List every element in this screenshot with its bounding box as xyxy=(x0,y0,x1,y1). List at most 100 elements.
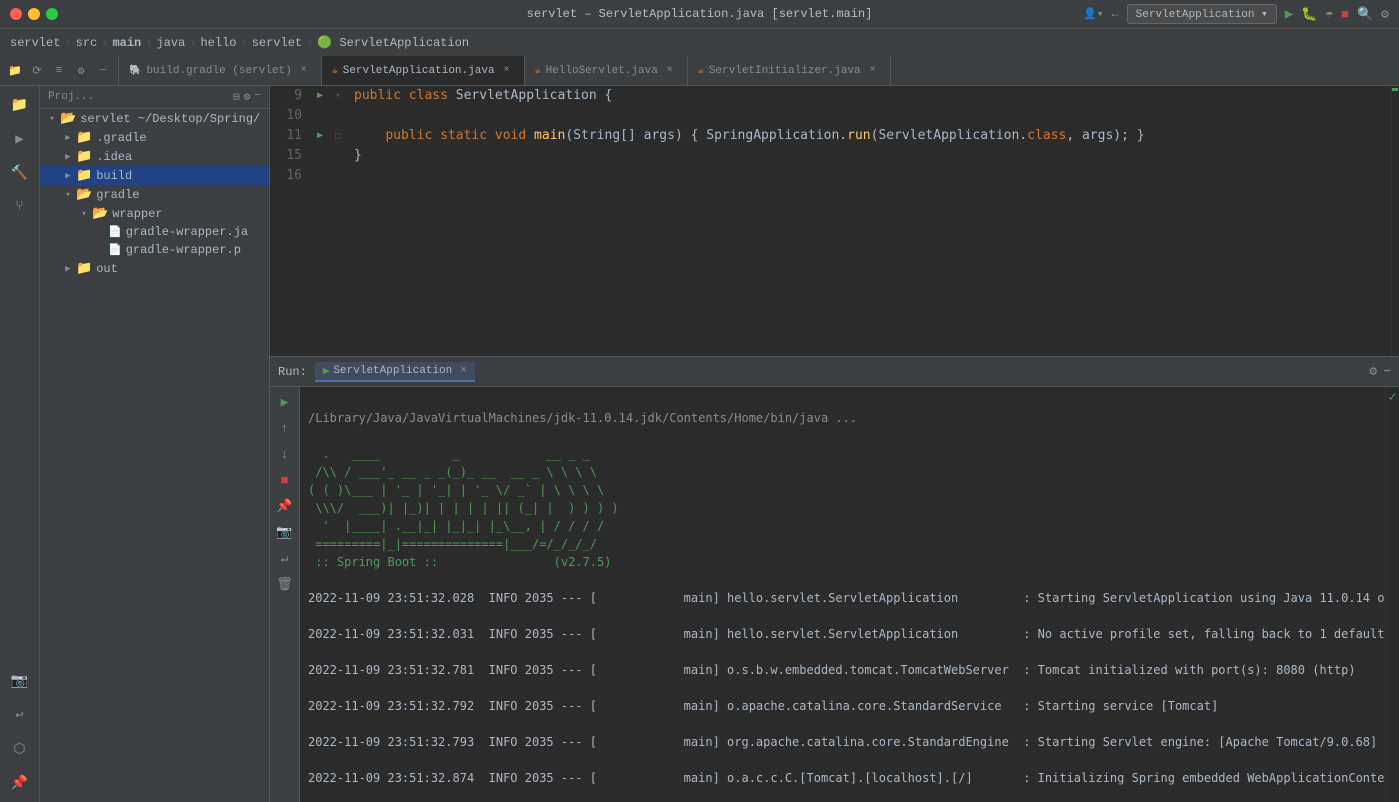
run-hide-icon[interactable]: − xyxy=(1383,364,1391,379)
minimize-button[interactable] xyxy=(28,8,40,20)
breadcrumb-main[interactable]: main xyxy=(112,36,141,50)
wrapper-folder-icon: 📂 xyxy=(92,206,108,221)
stop-button[interactable]: ■ xyxy=(274,469,296,491)
fn-run: run xyxy=(847,126,870,146)
out-folder-icon: 📁 xyxy=(76,261,92,276)
sidebar-settings-icon[interactable]: ⚙ xyxy=(244,90,251,104)
tree-expand-out[interactable]: ▶ xyxy=(60,264,76,274)
breadcrumb-hello[interactable]: hello xyxy=(200,36,236,50)
tree-jar-label: gradle-wrapper.ja xyxy=(126,225,248,239)
breadcrumb-servlet[interactable]: servlet xyxy=(10,36,60,50)
tree-gradle-folder[interactable]: ▾ 📂 gradle xyxy=(40,185,269,204)
activity-pin[interactable]: 📌 xyxy=(5,768,35,798)
stop-icon[interactable]: ■ xyxy=(1341,7,1349,22)
tree-gradle-wrapper-props[interactable]: 📄 gradle-wrapper.p xyxy=(40,241,269,259)
tree-expand-idea[interactable]: ▶ xyxy=(60,152,76,162)
tree-wrapper[interactable]: ▾ 📂 wrapper xyxy=(40,204,269,223)
rerun-button[interactable]: ▶ xyxy=(274,391,296,413)
tree-expand-wrapper[interactable]: ▾ xyxy=(76,209,92,219)
sidebar-collapse-icon[interactable]: ⊟ xyxy=(233,90,240,104)
maximize-button[interactable] xyxy=(46,8,58,20)
sync-icon[interactable]: ⟳ xyxy=(28,62,46,80)
minimize-icon[interactable]: − xyxy=(94,62,112,80)
run-tab-close[interactable]: × xyxy=(460,365,467,377)
close-tab-build[interactable]: × xyxy=(297,64,311,78)
close-button[interactable] xyxy=(10,8,22,20)
tab-hello-servlet[interactable]: ☕ HelloServlet.java × xyxy=(525,56,688,85)
code-content[interactable]: public class ServletApplication { public… xyxy=(346,86,1391,356)
code-line-16 xyxy=(354,166,1391,186)
pin-output-button[interactable]: 📌 xyxy=(274,495,296,517)
tree-idea[interactable]: ▶ 📁 .idea xyxy=(40,147,269,166)
run-settings-icon[interactable]: ⚙ xyxy=(1369,364,1377,379)
line-num-15: 15 xyxy=(278,146,302,166)
activity-run[interactable]: ▶ xyxy=(5,124,35,154)
coverage-icon[interactable]: ☂ xyxy=(1325,7,1333,22)
activity-git[interactable]: ⑂ xyxy=(5,192,35,222)
tree-expand-gradle[interactable]: ▶ xyxy=(60,133,76,143)
scroll-down-button[interactable]: ↓ xyxy=(274,443,296,465)
editor-scroll-gutter[interactable] xyxy=(1391,86,1399,356)
fold-gutter: ▾ □ xyxy=(330,86,346,356)
log-line-5: 2022-11-09 23:51:32.874 INFO 2035 --- [ … xyxy=(308,771,1385,785)
args-close: , args); } xyxy=(1066,126,1144,146)
settings-tree-icon[interactable]: ⚙ xyxy=(72,62,90,80)
tree-idea-label: .idea xyxy=(96,150,132,164)
code-editor[interactable]: 9 10 11 15 16 ▶ ▶ ▾ □ xyxy=(270,86,1399,356)
tab-build-gradle[interactable]: 🐘 build.gradle (servlet) × xyxy=(119,56,322,85)
tab-servlet-app[interactable]: ☕ ServletApplication.java × xyxy=(322,56,525,85)
close-tab-init[interactable]: × xyxy=(866,64,880,78)
breadcrumb-servlet2[interactable]: servlet xyxy=(252,36,302,50)
run-panel: Run: ▶ ServletApplication × ⚙ − ▶ ↑ ↓ ■ xyxy=(270,356,1399,802)
code-line-9: public class ServletApplication { xyxy=(354,86,1391,106)
wrapping-button[interactable]: ↵ xyxy=(274,547,296,569)
keyword-public: public xyxy=(354,86,409,106)
back-icon[interactable]: ← xyxy=(1111,7,1118,21)
activity-build[interactable]: 🔨 xyxy=(5,158,35,188)
tab-label-hello: HelloServlet.java xyxy=(546,65,658,77)
run-btn-11[interactable]: ▶ xyxy=(310,126,330,146)
vcs-icon[interactable]: 👤▾ xyxy=(1083,7,1103,21)
tree-gradle-folder-label: gradle xyxy=(96,188,139,202)
activity-structure[interactable]: ⬡ xyxy=(5,734,35,764)
snapshot-button[interactable]: 📷 xyxy=(274,521,296,543)
breadcrumb-java[interactable]: java xyxy=(156,36,185,50)
tree-build[interactable]: ▶ 📁 build xyxy=(40,166,269,185)
run-output[interactable]: /Library/Java/JavaVirtualMachines/jdk-11… xyxy=(300,387,1385,802)
tree-expand-gradle-folder[interactable]: ▾ xyxy=(60,190,76,200)
tree-expand-build[interactable]: ▶ xyxy=(60,171,76,181)
close-tab-servlet[interactable]: × xyxy=(500,64,514,78)
scroll-up-button[interactable]: ↑ xyxy=(274,417,296,439)
breadcrumb-src[interactable]: src xyxy=(76,36,98,50)
activity-screenshot[interactable]: 📷 xyxy=(5,666,35,696)
run-btn-9[interactable]: ▶ xyxy=(310,86,330,106)
sidebar-hide-icon[interactable]: − xyxy=(254,90,261,104)
settings-icon[interactable]: ⚙ xyxy=(1381,7,1389,22)
tree-out[interactable]: ▶ 📁 out xyxy=(40,259,269,278)
tree-gradle[interactable]: ▶ 📁 .gradle xyxy=(40,128,269,147)
gradle-icon: 🐘 xyxy=(129,65,141,77)
project-icon[interactable]: 📁 xyxy=(6,62,24,80)
activity-bookmarks[interactable]: ↩ xyxy=(5,700,35,730)
run-config-selector[interactable]: ServletApplication ▾ xyxy=(1127,4,1277,24)
activity-project[interactable]: 📁 xyxy=(5,90,35,120)
jar-file-icon: 📄 xyxy=(108,225,122,239)
tab-servlet-init[interactable]: ☕ ServletInitializer.java × xyxy=(688,56,891,85)
run-tab-servlet[interactable]: ▶ ServletApplication × xyxy=(315,362,475,382)
collapse-icon[interactable]: ≡ xyxy=(50,62,68,80)
debug-icon[interactable]: 🐛 xyxy=(1301,7,1317,22)
search-icon[interactable]: 🔍 xyxy=(1357,7,1373,22)
clear-output-button[interactable]: 🗑 xyxy=(274,573,296,595)
spring-ascii-art: . ____ _ __ _ _ /\\ / ___'_ __ _ _(_)_ _… xyxy=(308,447,619,569)
close-tab-hello[interactable]: × xyxy=(663,64,677,78)
code-line-15: } xyxy=(354,146,1391,166)
tree-gradle-wrapper-jar[interactable]: 📄 gradle-wrapper.ja xyxy=(40,223,269,241)
run-tab-label: ServletApplication xyxy=(333,365,452,377)
tree-expand-root[interactable]: ▾ xyxy=(44,114,60,124)
fold-9[interactable]: ▾ xyxy=(330,86,346,106)
run-icon[interactable]: ▶ xyxy=(1285,6,1293,23)
output-scroll-gutter[interactable]: ✓ xyxy=(1385,387,1399,802)
sidebar-toolbar: ⊟ ⚙ − xyxy=(233,90,261,104)
tree-root[interactable]: ▾ 📂 servlet ~/Desktop/Spring/ xyxy=(40,109,269,128)
breadcrumb-class[interactable]: 🟢 ServletApplication xyxy=(317,35,469,50)
